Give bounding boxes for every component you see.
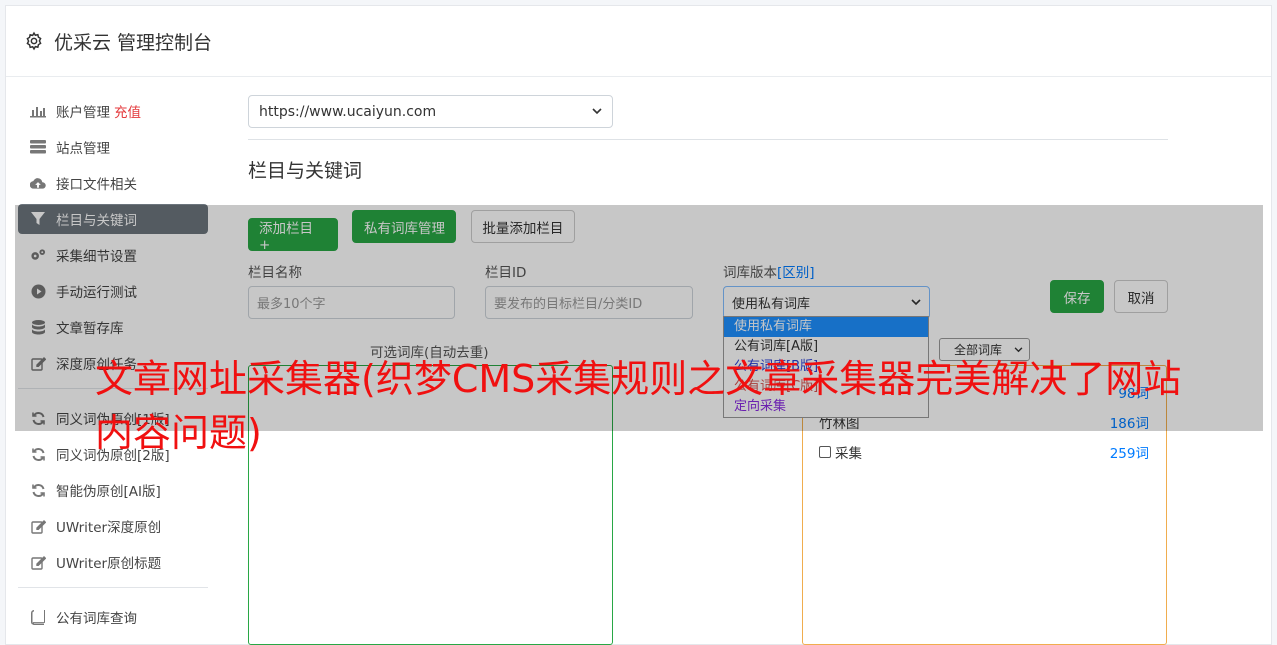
- edit-icon: [30, 518, 46, 534]
- sidebar-item-article-store[interactable]: 文章暂存库: [18, 312, 208, 342]
- sidebar-item-uwriter-deep[interactable]: UWriter深度原创: [18, 511, 208, 541]
- sidebar-item-public-lib[interactable]: 公有词库查询: [18, 602, 208, 632]
- server-icon: [30, 139, 46, 155]
- site-select[interactable]: https://www.ucaiyun.com: [248, 95, 613, 128]
- lib-version-label: 词库版本[区别]: [723, 265, 815, 281]
- column-name-group: 栏目名称 最多10个字: [248, 261, 455, 319]
- database-icon: [30, 319, 46, 335]
- sidebar-item-label: 文章暂存库: [56, 321, 124, 337]
- sidebar-item-uwriter-title[interactable]: UWriter原创标题: [18, 547, 208, 577]
- add-column-button[interactable]: 添加栏目 +: [248, 218, 338, 253]
- app-title: 优采云 管理控制台: [54, 31, 213, 54]
- refresh-icon: [30, 446, 46, 462]
- column-name-input[interactable]: 最多10个字: [248, 286, 455, 319]
- sidebar-item-label: 站点管理: [56, 141, 110, 157]
- cogs-icon: [30, 247, 46, 263]
- sidebar-item-label: 采集细节设置: [56, 249, 137, 265]
- sidebar-item-label: 手动运行测试: [56, 285, 137, 301]
- column-name-label: 栏目名称: [248, 265, 302, 281]
- lib-version-group: 词库版本[区别] 使用私有词库: [723, 261, 930, 319]
- sidebar-item-interface[interactable]: 接口文件相关: [18, 168, 208, 198]
- chevron-down-icon: [911, 299, 921, 306]
- private-lib-button[interactable]: 私有词库管理: [352, 210, 457, 243]
- sidebar-item-label: 账户管理: [56, 105, 110, 121]
- column-id-input[interactable]: 要发布的目标栏目/分类ID: [485, 286, 693, 319]
- sidebar-item-label: 栏目与关键词: [56, 213, 137, 229]
- cancel-button[interactable]: 取消: [1114, 280, 1168, 313]
- bar-chart-icon: [30, 103, 46, 119]
- difference-link[interactable]: [区别]: [777, 265, 815, 281]
- button-row: 添加栏目 + 私有词库管理 批量添加栏目: [248, 210, 585, 253]
- card-header: 优采云 管理控制台: [6, 6, 1271, 77]
- edit-icon: [30, 554, 46, 570]
- article-headline: 文章网址采集器(织梦CMS采集规则之文章采集器完美解决了网站内容问题): [95, 357, 1182, 455]
- sidebar-item-label: 智能伪原创[AI版]: [56, 484, 161, 500]
- sidebar-item-label: UWriter原创标题: [56, 556, 162, 572]
- sidebar-item-columns[interactable]: 栏目与关键词: [18, 204, 208, 234]
- site-select-value: https://www.ucaiyun.com: [259, 103, 437, 120]
- sidebar-item-manual-run[interactable]: 手动运行测试: [18, 276, 208, 306]
- column-id-label: 栏目ID: [485, 265, 527, 281]
- filter-icon: [30, 211, 46, 227]
- sidebar-item-label: UWriter深度原创: [56, 520, 162, 536]
- play-circle-icon: [30, 283, 46, 299]
- lib-version-value: 使用私有词库: [732, 297, 811, 312]
- book-icon: [30, 609, 46, 625]
- refresh-icon: [30, 482, 46, 498]
- save-button[interactable]: 保存: [1050, 280, 1104, 313]
- recharge-link[interactable]: 充值: [114, 101, 141, 121]
- sidebar-item-sites[interactable]: 站点管理: [18, 132, 208, 162]
- refresh-icon: [30, 410, 46, 426]
- batch-add-button[interactable]: 批量添加栏目: [470, 210, 575, 243]
- sidebar-item-collect-settings[interactable]: 采集细节设置: [18, 240, 208, 270]
- column-form: 栏目名称 最多10个字 栏目ID 要发布的目标栏目/分类ID 词库版本[区别] …: [243, 261, 1168, 321]
- divider: [248, 139, 1168, 140]
- sidebar-item-ai-original[interactable]: 智能伪原创[AI版]: [18, 475, 208, 505]
- dropdown-option[interactable]: 使用私有词库: [724, 317, 928, 337]
- sidebar-item-label: 公有词库查询: [56, 611, 137, 627]
- sidebar-item-label: 接口文件相关: [56, 177, 137, 193]
- lib-version-select[interactable]: 使用私有词库: [723, 286, 930, 319]
- gear-icon: [26, 31, 42, 51]
- cloud-upload-icon: [30, 175, 46, 191]
- sidebar-divider: [18, 587, 208, 588]
- column-id-group: 栏目ID 要发布的目标栏目/分类ID: [485, 261, 693, 319]
- edit-icon: [30, 355, 46, 371]
- section-title: 栏目与关键词: [248, 160, 363, 182]
- chevron-down-icon: [592, 108, 602, 115]
- main-content: https://www.ucaiyun.com 栏目与关键词 添加栏目 + 私有…: [243, 95, 1168, 645]
- sidebar-item-account[interactable]: 账户管理 充值: [18, 96, 208, 126]
